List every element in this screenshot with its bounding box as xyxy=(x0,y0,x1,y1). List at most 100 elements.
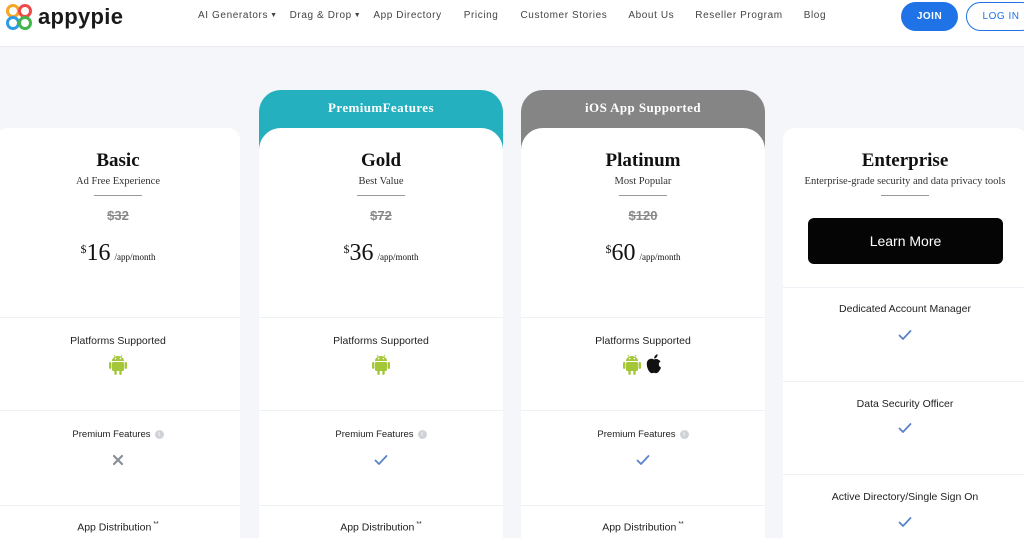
premium-features-row: Premium Features i xyxy=(521,429,765,440)
android-icon xyxy=(623,354,641,375)
cross-icon xyxy=(112,454,124,466)
section-divider xyxy=(259,505,503,506)
plan-subtitle: Ad Free Experience xyxy=(76,176,160,187)
app-distribution-row: App Distribution ** xyxy=(0,521,240,534)
nav-label: About Us xyxy=(628,10,675,21)
price-period: /app/month xyxy=(639,252,681,262)
nav-reseller-program[interactable]: Reseller Program xyxy=(695,10,782,21)
plan-name: Basic xyxy=(96,150,140,171)
price-amount: 16 xyxy=(86,240,111,266)
check-icon xyxy=(898,423,912,433)
section-divider xyxy=(521,410,765,411)
price-amount: 36 xyxy=(349,240,374,266)
nav-label: Drag & Drop xyxy=(289,10,352,21)
info-icon[interactable]: i xyxy=(417,429,427,439)
plan-card-platinum: Platinum Most Popular $120 $60 /app/mont… xyxy=(521,128,765,538)
section-divider xyxy=(0,317,240,318)
platforms-label: Platforms Supported xyxy=(333,335,429,347)
price-period: /app/month xyxy=(377,252,419,262)
plan-name: Enterprise xyxy=(861,150,949,171)
info-icon[interactable]: i xyxy=(154,429,164,439)
caret-down-icon: ▼ xyxy=(270,12,278,19)
price: $60 /app/month xyxy=(521,240,765,267)
nav-label: AI Generators xyxy=(198,10,269,21)
caret-down-icon: ▼ xyxy=(353,12,362,19)
premium-features-label: Premium Features xyxy=(597,429,676,440)
check-icon xyxy=(898,517,912,527)
premium-features-status xyxy=(521,453,765,471)
section-divider xyxy=(521,317,765,318)
section-divider xyxy=(259,317,503,318)
premium-features-label: Premium Features xyxy=(335,429,414,440)
plan-divider xyxy=(357,195,405,196)
plan-divider xyxy=(881,195,929,196)
section-divider xyxy=(783,381,1024,382)
nav-label: App Directory xyxy=(373,10,442,21)
logo-text: appypie xyxy=(38,4,124,29)
feature-label: Active Directory/Single Sign On xyxy=(831,491,979,503)
platform-icons xyxy=(0,353,240,375)
nav-pricing[interactable]: Pricing xyxy=(464,10,499,21)
old-price: $32 xyxy=(107,208,129,223)
appypie-logo[interactable]: appypie xyxy=(4,2,123,32)
app-distribution-label: App Distribution xyxy=(602,521,677,534)
platform-icons xyxy=(521,353,765,375)
app-distribution-row: App Distribution ** xyxy=(521,521,765,534)
footnote-marker: ** xyxy=(153,521,159,528)
plan-subtitle: Enterprise-grade security and data priva… xyxy=(804,176,1006,187)
android-icon xyxy=(109,354,127,375)
nav-drag-drop[interactable]: Drag & Drop ▼ xyxy=(290,10,362,21)
check-icon xyxy=(636,455,650,465)
android-icon xyxy=(372,354,390,375)
feature-status xyxy=(783,328,1024,346)
app-distribution-label: App Distribution xyxy=(77,521,152,534)
section-divider xyxy=(521,505,765,506)
apple-icon xyxy=(646,354,661,374)
plan-card-gold: Gold Best Value $72 $36 /app/month Platf… xyxy=(259,128,503,538)
premium-features-row: Premium Features i xyxy=(259,429,503,440)
join-button[interactable]: JOIN xyxy=(901,2,958,31)
nav-blog[interactable]: Blog xyxy=(804,10,826,21)
plan-subtitle: Most Popular xyxy=(614,176,672,187)
nav-label: Blog xyxy=(803,10,827,21)
currency-symbol: $ xyxy=(343,242,350,256)
feature-label: Dedicated Account Manager xyxy=(839,303,971,315)
plan-card-basic: Basic Ad Free Experience $32 $16 /app/mo… xyxy=(0,128,240,538)
nav-app-directory[interactable]: App Directory xyxy=(373,10,441,21)
nav-customer-stories[interactable]: Customer Stories xyxy=(520,10,607,21)
premium-features-label: Premium Features xyxy=(72,429,151,440)
plan-divider xyxy=(94,195,142,196)
feature-status xyxy=(783,421,1024,439)
plan-card-enterprise: Enterprise Enterprise-grade security and… xyxy=(783,128,1024,538)
section-divider xyxy=(0,505,240,506)
plan-divider xyxy=(619,195,667,196)
section-divider xyxy=(0,410,240,411)
login-button[interactable]: LOG IN xyxy=(966,2,1024,31)
old-price: $120 xyxy=(628,208,658,223)
feature-label: Data Security Officer xyxy=(856,398,954,410)
plan-subtitle: Best Value xyxy=(358,176,404,187)
learn-more-button[interactable]: Learn More xyxy=(808,218,1003,264)
footnote-marker: ** xyxy=(416,521,422,528)
check-icon xyxy=(374,455,388,465)
nav-ai-generators[interactable]: AI Generators ▼ xyxy=(198,10,278,21)
premium-features-status xyxy=(0,453,240,471)
currency-symbol: $ xyxy=(605,242,612,256)
premium-features-row: Premium Features i xyxy=(0,429,240,440)
footnote-marker: ** xyxy=(678,521,684,528)
nav-label: Customer Stories xyxy=(520,10,608,21)
price: $16 /app/month xyxy=(0,240,240,267)
appypie-logo-icon xyxy=(6,4,32,30)
platforms-label: Platforms Supported xyxy=(595,335,691,347)
section-divider xyxy=(259,410,503,411)
main-nav: AI Generators ▼ Drag & Drop ▼ App Direct… xyxy=(198,10,826,21)
platforms-label: Platforms Supported xyxy=(70,335,166,347)
section-divider xyxy=(783,287,1024,288)
app-distribution-row: App Distribution ** xyxy=(259,521,503,534)
nav-about-us[interactable]: About Us xyxy=(628,10,674,21)
price-amount: 60 xyxy=(611,240,636,266)
platform-icons xyxy=(259,353,503,375)
price-period: /app/month xyxy=(114,252,156,262)
info-icon[interactable]: i xyxy=(679,429,689,439)
nav-label: Reseller Program xyxy=(695,10,783,21)
